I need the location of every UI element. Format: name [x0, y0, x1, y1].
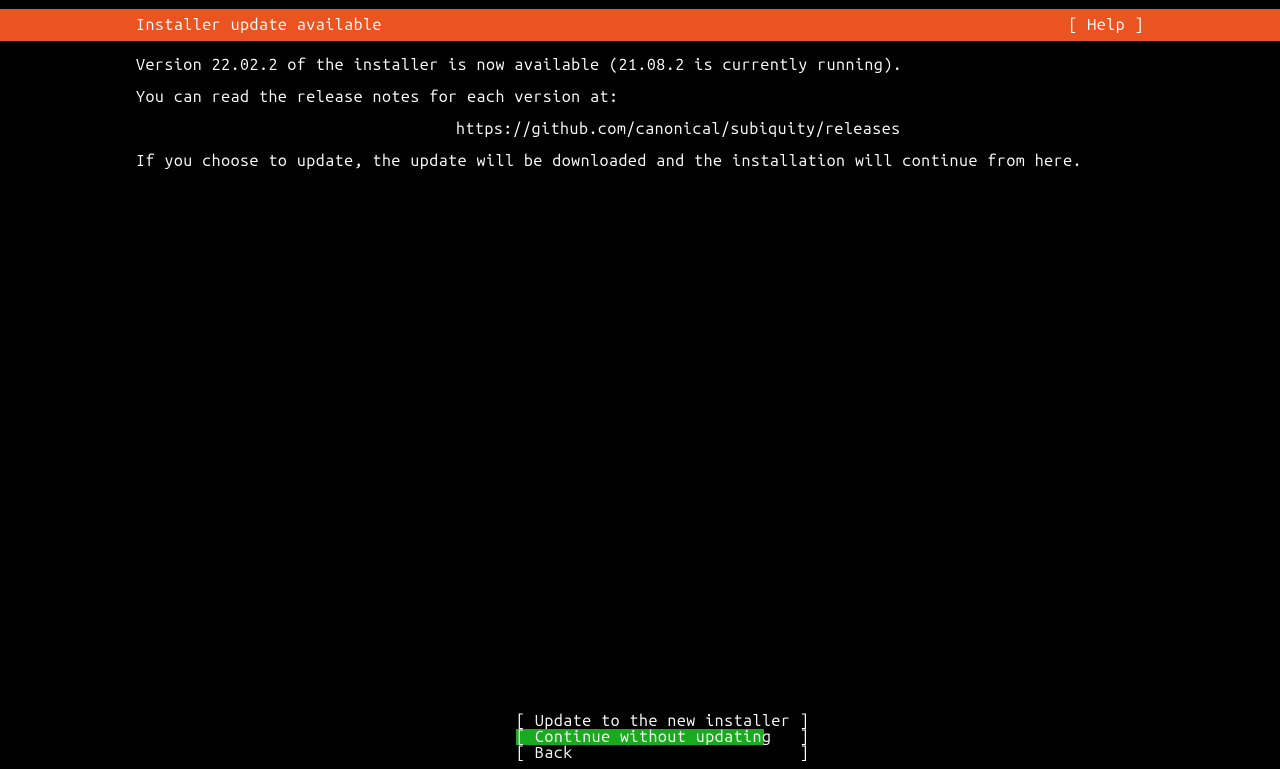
button-group: [ Update to the new installer ] [ Contin…	[0, 713, 1280, 761]
release-notes-url: https://github.com/canonical/subiquity/r…	[136, 113, 1144, 145]
version-info-line: Version 22.02.2 of the installer is now …	[136, 49, 1144, 81]
page-title: Installer update available	[136, 16, 382, 34]
update-info-line: If you choose to update, the update will…	[136, 145, 1144, 177]
continue-button[interactable]: [ Continue without updating ]	[516, 729, 764, 745]
update-button[interactable]: [ Update to the new installer ]	[516, 713, 764, 729]
back-button[interactable]: [ Back ]	[516, 745, 764, 761]
header-bar: Installer update available [ Help ]	[0, 9, 1280, 41]
help-button[interactable]: [ Help ]	[1068, 16, 1144, 34]
body-content: Version 22.02.2 of the installer is now …	[0, 41, 1280, 177]
release-notes-intro-line: You can read the release notes for each …	[136, 81, 1144, 113]
